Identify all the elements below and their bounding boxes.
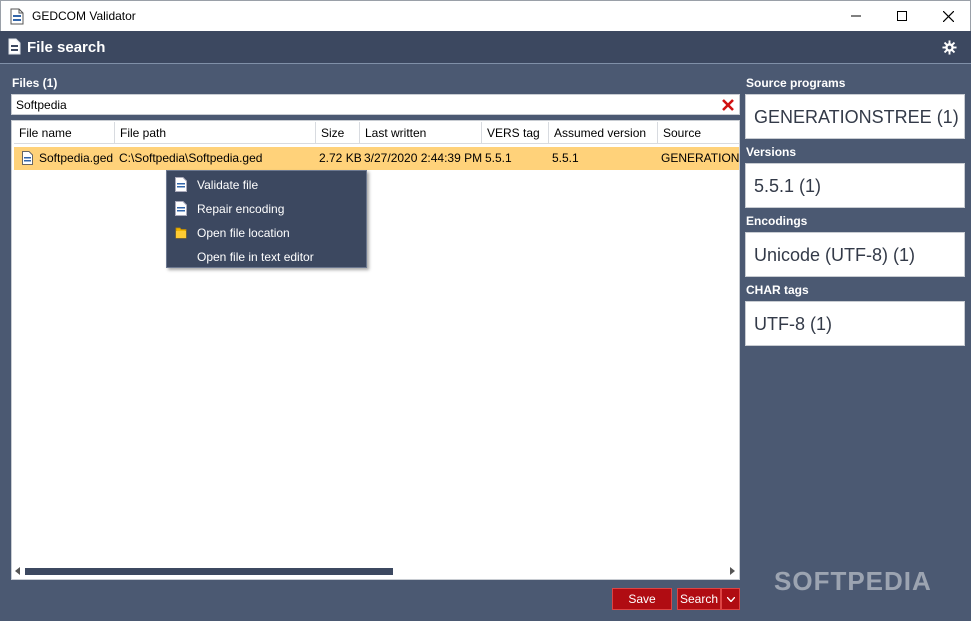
cell-last-written: 3/27/2020 2:44:39 PM [364, 151, 482, 165]
encodings-value: Unicode (UTF-8) (1) [754, 245, 916, 265]
column-header-size[interactable]: Size [316, 122, 360, 144]
repair-encoding-icon [175, 201, 187, 216]
minimize-icon [851, 15, 861, 17]
column-header-vers-tag[interactable]: VERS tag [482, 122, 549, 144]
source-programs-value: GENERATIONSTREE (1) [754, 107, 959, 127]
clear-search-icon[interactable] [721, 98, 735, 112]
validate-file-icon [175, 177, 187, 192]
versions-card[interactable]: 5.5.1 (1) [745, 163, 965, 208]
menu-item-validate-file[interactable]: Validate file [167, 172, 366, 196]
search-options-dropdown[interactable] [721, 588, 740, 610]
char-tags-card[interactable]: UTF-8 (1) [745, 301, 965, 346]
page-header: File search [0, 31, 971, 64]
table-row[interactable]: Softpedia.ged C:\Softpedia\Softpedia.ged… [14, 147, 739, 170]
scroll-left-icon[interactable] [15, 567, 21, 575]
maximize-icon [897, 11, 907, 21]
menu-item-open-in-text-editor[interactable]: Open file in text editor [167, 244, 366, 268]
scroll-right-icon[interactable] [729, 567, 735, 575]
source-programs-card[interactable]: GENERATIONSTREE (1) [745, 94, 965, 139]
menu-item-label: Open file in text editor [197, 250, 314, 264]
char-tags-value: UTF-8 (1) [754, 314, 832, 334]
encodings-label: Encodings [746, 214, 808, 228]
cell-file-name: Softpedia.ged [39, 151, 114, 165]
cell-size: 2.72 KB [319, 151, 361, 165]
encodings-card[interactable]: Unicode (UTF-8) (1) [745, 232, 965, 277]
softpedia-watermark: SOFTPEDIA [774, 566, 932, 596]
close-icon [942, 10, 954, 22]
menu-item-label: Validate file [197, 178, 259, 192]
cell-file-path: C:\Softpedia\Softpedia.ged [119, 151, 263, 165]
chevron-down-icon [726, 596, 735, 602]
column-header-file-path[interactable]: File path [115, 122, 316, 144]
menu-item-open-file-location[interactable]: Open file location [167, 220, 366, 244]
column-header-source[interactable]: Source [658, 122, 739, 144]
cell-assumed-version: 5.5.1 [552, 151, 579, 165]
folder-icon [175, 227, 187, 239]
versions-label: Versions [746, 145, 797, 159]
menu-item-repair-encoding[interactable]: Repair encoding [167, 196, 366, 220]
versions-value: 5.5.1 (1) [754, 176, 822, 196]
save-button[interactable]: Save [612, 588, 672, 610]
close-button[interactable] [925, 1, 971, 31]
search-button[interactable]: Search [677, 588, 721, 610]
menu-item-label: Repair encoding [197, 202, 285, 216]
source-programs-label: Source programs [746, 76, 846, 90]
files-count-label: Files (1) [12, 76, 58, 90]
settings-gear-icon[interactable] [942, 40, 957, 55]
window-title-bar: GEDCOM Validator [0, 0, 971, 31]
column-header-file-name[interactable]: File name [14, 122, 115, 144]
grid-header: File name File path Size Last written VE… [14, 122, 739, 144]
maximize-button[interactable] [879, 1, 925, 31]
menu-item-label: Open file location [197, 226, 290, 240]
app-icon [10, 8, 24, 25]
cell-source: GENERATIONS [661, 151, 739, 165]
window-title: GEDCOM Validator [32, 9, 136, 23]
page-title: File search [27, 39, 106, 56]
context-menu: Validate file Repair encoding Open file … [166, 170, 367, 268]
files-grid: File name File path Size Last written VE… [11, 120, 740, 580]
horizontal-scrollbar[interactable] [13, 564, 738, 578]
char-tags-label: CHAR tags [746, 283, 809, 297]
document-icon [8, 38, 21, 55]
column-header-assumed-version[interactable]: Assumed version [549, 122, 658, 144]
ged-file-icon [22, 151, 33, 165]
search-input[interactable] [16, 97, 706, 112]
minimize-button[interactable] [833, 1, 879, 31]
cell-vers-tag: 5.5.1 [485, 151, 512, 165]
search-box [11, 94, 740, 115]
scrollbar-thumb[interactable] [25, 568, 393, 575]
column-header-last-written[interactable]: Last written [360, 122, 482, 144]
